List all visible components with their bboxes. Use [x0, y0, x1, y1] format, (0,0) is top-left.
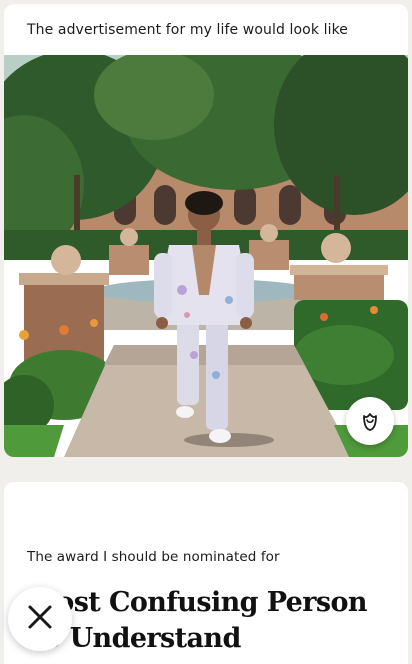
dismiss-button[interactable]: [8, 587, 72, 651]
text-prompt-answer: Most Confusing Person To Understand: [27, 587, 368, 654]
rose-icon: [358, 409, 382, 433]
like-rose-button[interactable]: [346, 397, 394, 445]
photo-prompt-label: The advertisement for my life would look…: [27, 22, 348, 38]
profile-feed: The advertisement for my life would look…: [0, 0, 412, 664]
profile-photo[interactable]: [4, 55, 408, 457]
profile-photo-scene: [4, 55, 408, 457]
close-x-icon: [27, 604, 53, 634]
text-prompt-label: The award I should be nominated for: [27, 549, 280, 565]
photo-prompt-card: The advertisement for my life would look…: [4, 4, 408, 457]
